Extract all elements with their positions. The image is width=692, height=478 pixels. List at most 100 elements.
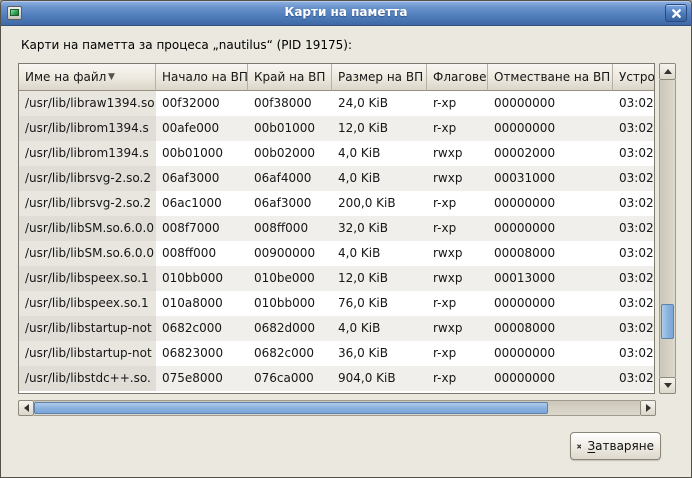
arrow-left-icon [24, 404, 29, 412]
column-header-label: Начало на ВП [162, 70, 248, 84]
cell-vm_offset: 00000000 [488, 291, 613, 316]
cell-vm_offset: 00031000 [488, 166, 613, 191]
cell-flags: r-xp [427, 366, 488, 391]
cell-device: 03:02 [613, 166, 655, 191]
cell-flags: r-xp [427, 191, 488, 216]
cell-flags: r-xp [427, 216, 488, 241]
cell-device: 03:02 [613, 241, 655, 266]
column-header-filename[interactable]: Име на файл▼ [19, 64, 156, 91]
cell-filename: /usr/lib/libspeex.so.1 [19, 266, 156, 291]
table-header-row: Име на файл▼ Начало на ВПКрай на ВП Размер… [19, 64, 655, 91]
table-row[interactable]: /usr/lib/libSM.so.6.0.0008f7000008ff0003… [19, 216, 655, 241]
cell-vm_offset: 00000000 [488, 366, 613, 391]
cell-filename: /usr/lib/libstartup-not [19, 316, 156, 341]
cell-vm_end: 076ca000 [248, 366, 332, 391]
cell-vm_end: 0682c000 [248, 341, 332, 366]
column-header-device[interactable]: Устройство [613, 64, 655, 91]
horizontal-scrollbar-trough[interactable] [34, 400, 640, 416]
table-row[interactable]: /usr/lib/libraw1394.so00f3200000f3800024… [19, 91, 655, 116]
column-header-vm_size[interactable]: Размер на ВП [332, 64, 427, 91]
cell-vm_size: 12,0 KiB [332, 266, 427, 291]
cell-vm_start: 008ff000 [156, 241, 248, 266]
close-button[interactable]: Затваряне [570, 432, 661, 460]
horizontal-scrollbar[interactable] [18, 400, 656, 416]
vertical-scrollbar-thumb[interactable] [661, 304, 674, 339]
sort-descending-icon: ▼ [108, 64, 115, 90]
cell-vm_end: 00900000 [248, 241, 332, 266]
cell-flags: rwxp [427, 316, 488, 341]
cell-vm_offset: 00000000 [488, 91, 613, 116]
cell-vm_size: 32,0 KiB [332, 216, 427, 241]
column-header-vm_end[interactable]: Край на ВП [248, 64, 332, 91]
column-header-vm_offset[interactable]: Отместване на ВП [488, 64, 613, 91]
titlebar[interactable]: Карти на паметта [1, 1, 691, 26]
cell-device: 03:02 [613, 141, 655, 166]
cell-vm_size: 200,0 KiB [332, 191, 427, 216]
cell-vm_start: 00f32000 [156, 91, 248, 116]
column-header-flags[interactable]: Флагове [427, 64, 488, 91]
cell-flags: r-xp [427, 291, 488, 316]
scroll-down-button[interactable] [659, 377, 676, 394]
cell-vm_size: 4,0 KiB [332, 141, 427, 166]
column-header-label: Име на файл [25, 70, 106, 84]
column-header-label: Размер на ВП [338, 70, 423, 84]
table-row[interactable]: /usr/lib/librom1394.s00b0100000b020004,0… [19, 141, 655, 166]
cell-device: 03:02 [613, 316, 655, 341]
cell-device: 03:02 [613, 366, 655, 391]
table-row[interactable]: /usr/lib/libspeex.so.1010bb000010be00012… [19, 266, 655, 291]
table-row[interactable]: /usr/lib/librsvg-2.so.206af300006af40004… [19, 166, 655, 191]
table-row[interactable]: /usr/lib/libstartup-not068230000682c0003… [19, 341, 655, 366]
table-body: /usr/lib/libraw1394.so00f3200000f3800024… [19, 91, 655, 391]
horizontal-scrollbar-thumb[interactable] [34, 402, 548, 414]
cell-flags: r-xp [427, 91, 488, 116]
table-row[interactable]: /usr/lib/libSM.so.6.0.0008ff000009000004… [19, 241, 655, 266]
table-row[interactable]: /usr/lib/libstartup-not0682c0000682d0004… [19, 316, 655, 341]
cell-filename: /usr/lib/libstartup-not [19, 341, 156, 366]
scroll-right-button[interactable] [640, 400, 656, 416]
cell-vm_start: 06ac1000 [156, 191, 248, 216]
cell-vm_end: 00f38000 [248, 91, 332, 116]
cell-flags: r-xp [427, 341, 488, 366]
column-header-label: Устройство [619, 70, 655, 84]
cell-device: 03:02 [613, 216, 655, 241]
cell-device: 03:02 [613, 291, 655, 316]
cell-vm_size: 76,0 KiB [332, 291, 427, 316]
cell-device: 03:02 [613, 116, 655, 141]
process-description: Карти на паметта за процеса „nautilus“ (… [21, 38, 352, 52]
cell-vm_size: 4,0 KiB [332, 241, 427, 266]
scroll-up-button[interactable] [659, 63, 676, 80]
table-row[interactable]: /usr/lib/librom1394.s00afe00000b0100012,… [19, 116, 655, 141]
cell-vm_offset: 00008000 [488, 241, 613, 266]
window-title: Карти на паметта [1, 5, 691, 19]
cell-filename: /usr/lib/librsvg-2.so.2 [19, 191, 156, 216]
memory-maps-table: Име на файл▼ Начало на ВПКрай на ВП Размер… [18, 63, 655, 394]
cell-vm_size: 4,0 KiB [332, 166, 427, 191]
cell-filename: /usr/lib/libSM.so.6.0.0 [19, 241, 156, 266]
window-close-button[interactable] [665, 4, 687, 22]
cell-vm_offset: 00002000 [488, 141, 613, 166]
cell-filename: /usr/lib/libstdc++.so. [19, 366, 156, 391]
cell-vm_end: 06af4000 [248, 166, 332, 191]
cell-vm_start: 00b01000 [156, 141, 248, 166]
table-row[interactable]: /usr/lib/librsvg-2.so.206ac100006af30002… [19, 191, 655, 216]
cell-vm_offset: 00013000 [488, 266, 613, 291]
close-button-label: Затваряне [587, 439, 654, 453]
arrow-up-icon [664, 69, 672, 74]
column-header-vm_start[interactable]: Начало на ВП [156, 64, 248, 91]
table-row[interactable]: /usr/lib/libstdc++.so.075e8000076ca00090… [19, 366, 655, 391]
cell-device: 03:02 [613, 266, 655, 291]
cell-vm_start: 075e8000 [156, 366, 248, 391]
cell-vm_start: 010bb000 [156, 266, 248, 291]
cell-vm_offset: 00000000 [488, 116, 613, 141]
table-row[interactable]: /usr/lib/libspeex.so.1010a8000010bb00076… [19, 291, 655, 316]
scroll-left-button[interactable] [18, 400, 34, 416]
cell-vm_offset: 00008000 [488, 316, 613, 341]
vertical-scrollbar[interactable] [659, 63, 676, 394]
cell-vm_size: 24,0 KiB [332, 91, 427, 116]
cell-vm_end: 010bb000 [248, 291, 332, 316]
vertical-scrollbar-trough[interactable] [659, 80, 676, 377]
cell-filename: /usr/lib/librom1394.s [19, 141, 156, 166]
cell-filename: /usr/lib/librsvg-2.so.2 [19, 166, 156, 191]
cell-vm_offset: 00000000 [488, 341, 613, 366]
cell-vm_end: 00b02000 [248, 141, 332, 166]
